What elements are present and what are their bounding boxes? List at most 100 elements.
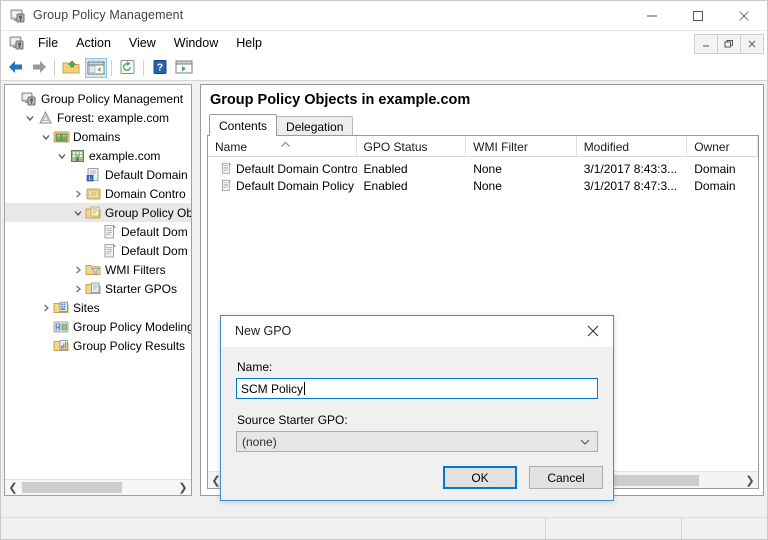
help-button[interactable]: ? xyxy=(150,58,172,78)
title-bar: Group Policy Management xyxy=(1,1,767,31)
column-header-name[interactable]: Name xyxy=(208,136,357,157)
tree-horizontal-scrollbar[interactable]: ❮ ❯ xyxy=(5,479,191,495)
chevron-down-icon xyxy=(26,115,34,121)
dialog-close-button[interactable] xyxy=(573,316,613,346)
gpmc-root-icon xyxy=(21,91,38,107)
forward-button[interactable] xyxy=(29,58,51,78)
name-input[interactable]: SCM Policy xyxy=(236,378,598,399)
console-tree-pane: Group Policy Management Forest: example.c… xyxy=(4,84,192,496)
tree-item-sites[interactable]: Sites xyxy=(5,298,191,317)
chevron-right-icon[interactable] xyxy=(71,184,85,203)
sites-icon xyxy=(53,300,70,316)
forest-icon xyxy=(37,110,54,126)
tree-scroll-thumb[interactable] xyxy=(22,482,122,493)
tree-item-group-policy-results[interactable]: Group Policy Results xyxy=(5,336,191,355)
menu-bar: File Action View Window Help xyxy=(1,31,767,55)
column-header-gpo-status[interactable]: GPO Status xyxy=(357,136,467,157)
tree-item-default-dom[interactable]: Default Dom xyxy=(5,222,191,241)
column-header-label: Owner xyxy=(694,139,730,154)
gpo-container-icon xyxy=(85,205,102,221)
chevron-right-icon[interactable] xyxy=(39,298,53,317)
folder-up-icon xyxy=(62,60,80,74)
tab-delegation[interactable]: Delegation xyxy=(276,116,354,136)
table-cell-text: None xyxy=(473,161,502,176)
new-gpo-dialog: New GPO Name: SCM Policy Source Starter … xyxy=(220,315,614,501)
table-cell-text: 3/1/2017 8:43:3... xyxy=(583,161,678,176)
chevron-left-icon[interactable]: ❮ xyxy=(5,480,21,495)
svg-text:?: ? xyxy=(157,62,163,74)
chevron-right-icon[interactable] xyxy=(71,260,85,279)
tree-item-domains[interactable]: Domains xyxy=(5,127,191,146)
menu-view[interactable]: View xyxy=(120,34,165,52)
tree-item-label: Group Policy Management xyxy=(41,91,184,106)
table-cell-text: Enabled xyxy=(363,161,408,176)
close-button[interactable] xyxy=(721,1,767,30)
mdi-close-button[interactable] xyxy=(740,34,764,54)
mdi-minimize-button[interactable] xyxy=(694,34,718,54)
table-cell-text: Domain xyxy=(694,178,736,193)
tree-item-default-dom[interactable]: Default Dom xyxy=(5,241,191,260)
source-starter-gpo-select[interactable]: (none) xyxy=(236,431,598,452)
tree-item-label: Group Policy Modeling xyxy=(73,319,192,334)
table-cell-gpo-status: Enabled xyxy=(357,177,467,194)
chevron-right-icon xyxy=(76,266,81,273)
chevron-down-icon[interactable] xyxy=(39,127,53,146)
tree-item-forest-example-com[interactable]: Forest: example.com xyxy=(5,108,191,127)
chevron-right-icon[interactable]: ❯ xyxy=(175,480,191,495)
show-hide-tree-button[interactable] xyxy=(85,58,107,78)
minimize-button[interactable] xyxy=(629,1,675,30)
table-cell-gpo-status: Enabled xyxy=(357,160,467,177)
refresh-button[interactable] xyxy=(118,58,140,78)
ascending-sort-icon xyxy=(272,137,291,151)
back-button[interactable] xyxy=(6,58,28,78)
chevron-down-icon[interactable] xyxy=(23,108,37,127)
tree-item-label: Default Dom xyxy=(121,243,188,258)
table-cell-text: 3/1/2017 8:47:3... xyxy=(583,178,678,193)
svg-text:L: L xyxy=(89,176,92,182)
domain-icon xyxy=(69,148,86,164)
tab-strip: Contents Delegation xyxy=(209,114,354,136)
tree-item-group-policy-modeling[interactable]: Group Policy Modeling xyxy=(5,317,191,336)
table-cell-name: Default Domain Controller... xyxy=(208,160,357,177)
tree-item-starter-gpos[interactable]: Starter GPOs xyxy=(5,279,191,298)
menu-file[interactable]: File xyxy=(29,34,67,52)
ok-button[interactable]: OK xyxy=(443,466,517,489)
gpo-icon xyxy=(212,178,233,193)
pane-splitter[interactable] xyxy=(194,84,198,496)
menu-help[interactable]: Help xyxy=(227,34,271,52)
column-header-modified[interactable]: Modified xyxy=(577,136,688,157)
table-cell-owner: Domain xyxy=(687,160,758,177)
chevron-down-icon xyxy=(74,210,82,216)
mdi-restore-icon xyxy=(724,40,733,48)
chevron-right-icon[interactable]: ❯ xyxy=(742,472,758,488)
tree-item-default-domain[interactable]: L Default Domain xyxy=(5,165,191,184)
maximize-button[interactable] xyxy=(675,1,721,30)
up-one-level-button[interactable] xyxy=(61,58,83,78)
chevron-right-icon[interactable] xyxy=(71,279,85,298)
console-tree: Group Policy Management Forest: example.c… xyxy=(5,89,191,355)
tree-item-domain-contro[interactable]: Domain Contro xyxy=(5,184,191,203)
cancel-button[interactable]: Cancel xyxy=(529,466,603,489)
chevron-right-icon xyxy=(76,285,81,292)
tree-item-group-policy-ob[interactable]: Group Policy Ob xyxy=(5,203,191,222)
tree-item-example-com[interactable]: example.com xyxy=(5,146,191,165)
table-cell-text: Enabled xyxy=(363,178,408,193)
table-row[interactable]: Default Domain Controller... Enabled None 3… xyxy=(208,160,758,177)
chevron-right-icon xyxy=(44,304,49,311)
column-header-label: Name xyxy=(215,139,248,154)
menu-action[interactable]: Action xyxy=(67,34,120,52)
mdi-restore-button[interactable] xyxy=(717,34,741,54)
tree-item-wmi-filters[interactable]: WMI Filters xyxy=(5,260,191,279)
chevron-down-icon[interactable] xyxy=(71,203,85,222)
column-header-wmi-filter[interactable]: WMI Filter xyxy=(466,136,577,157)
column-header-owner[interactable]: Owner xyxy=(687,136,758,157)
menu-window[interactable]: Window xyxy=(165,34,227,52)
chevron-down-icon[interactable] xyxy=(55,146,69,165)
tree-item-label: Sites xyxy=(73,300,100,315)
properties-button[interactable] xyxy=(174,58,196,78)
table-row[interactable]: Default Domain Policy Enabled None 3/1/2017… xyxy=(208,177,758,194)
name-input-value: SCM Policy xyxy=(241,381,304,396)
tree-item-group-policy-management[interactable]: Group Policy Management xyxy=(5,89,191,108)
close-icon xyxy=(587,325,599,337)
tab-contents[interactable]: Contents xyxy=(209,114,278,136)
